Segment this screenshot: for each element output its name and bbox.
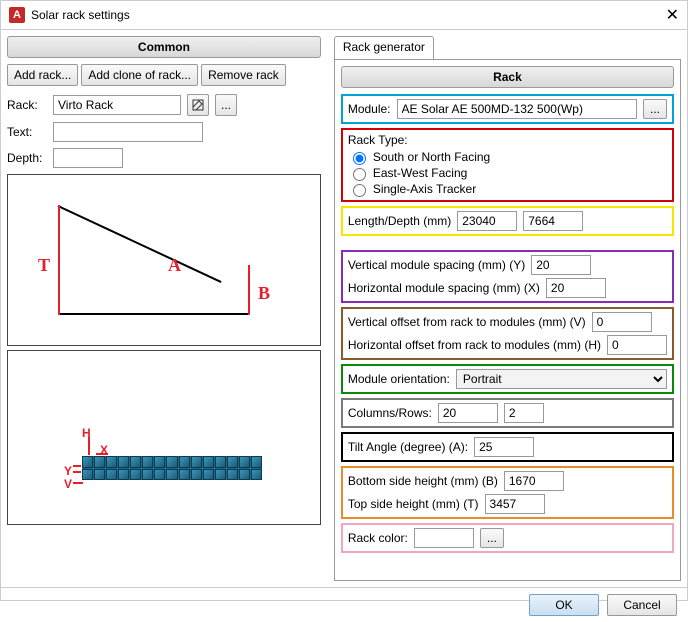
rt-tracker-radio[interactable]: Single-Axis Tracker	[348, 181, 667, 197]
rack-browse-button[interactable]: ...	[215, 94, 237, 116]
top-height-input[interactable]	[485, 494, 545, 514]
rack-name-label: Rack:	[7, 98, 47, 112]
voff-label: Vertical offset from rack to modules (mm…	[348, 315, 586, 329]
hoff-input[interactable]	[607, 335, 667, 355]
top-height-label: Top side height (mm) (T)	[348, 497, 479, 511]
heights-group: Bottom side height (mm) (B) Top side hei…	[341, 466, 674, 519]
rack-type-label: Rack Type:	[348, 133, 667, 147]
tilt-label: Tilt Angle (degree) (A):	[348, 440, 468, 454]
diagram-A-label: A	[168, 255, 181, 276]
app-icon: A	[9, 7, 25, 23]
front-diagram: H X Y V	[7, 350, 321, 525]
tilt-input[interactable]	[474, 437, 534, 457]
colrow-label: Columns/Rows:	[348, 406, 432, 420]
tab-rack-generator[interactable]: Rack generator	[334, 36, 434, 59]
rack-name-input[interactable]	[53, 95, 181, 115]
length-depth-group: Length/Depth (mm)	[341, 206, 674, 236]
bottom-height-label: Bottom side height (mm) (B)	[348, 474, 498, 488]
spacing-group: Vertical module spacing (mm) (Y) Horizon…	[341, 250, 674, 303]
diagram-V-label: V	[64, 477, 72, 491]
color-group: Rack color: ...	[341, 523, 674, 553]
offset-group: Vertical offset from rack to modules (mm…	[341, 307, 674, 360]
rack-color-label: Rack color:	[348, 531, 408, 545]
common-header: Common	[7, 36, 321, 58]
vspacing-input[interactable]	[531, 255, 591, 275]
content-split: Common Add rack... Add clone of rack... …	[1, 30, 687, 587]
diagram-Y-label: Y	[64, 464, 72, 478]
module-label: Module:	[348, 102, 391, 116]
dialog-window: A Solar rack settings ✕ Common Add rack.…	[0, 0, 688, 601]
depth-input-right[interactable]	[523, 211, 583, 231]
rack-color-browse-button[interactable]: ...	[480, 528, 504, 548]
rt-tracker-label: Single-Axis Tracker	[373, 182, 476, 196]
orient-label: Module orientation:	[348, 372, 450, 386]
hoff-label: Horizontal offset from rack to modules (…	[348, 338, 601, 352]
depth-label: Depth:	[7, 151, 47, 165]
window-title: Solar rack settings	[31, 8, 130, 22]
rt-south-radio[interactable]: South or North Facing	[348, 149, 667, 165]
diagram-B-label: B	[258, 283, 270, 304]
rows-input[interactable]	[504, 403, 544, 423]
cols-rows-group: Columns/Rows:	[341, 398, 674, 428]
depth-input[interactable]	[53, 148, 123, 168]
rack-color-swatch[interactable]	[414, 528, 474, 548]
rack-type-group: Rack Type: South or North Facing East-We…	[341, 128, 674, 202]
orientation-select[interactable]: Portrait	[456, 369, 667, 389]
right-panel: Rack generator Rack Module: ... Rack Typ…	[328, 30, 687, 587]
diagram-T-label: T	[38, 255, 50, 276]
ok-button[interactable]: OK	[529, 594, 599, 616]
edit-icon[interactable]	[187, 94, 209, 116]
voff-input[interactable]	[592, 312, 652, 332]
titlebar: A Solar rack settings ✕	[1, 1, 687, 30]
rt-south-label: South or North Facing	[373, 150, 490, 164]
tilt-group: Tilt Angle (degree) (A):	[341, 432, 674, 462]
module-group: Module: ...	[341, 94, 674, 124]
module-browse-button[interactable]: ...	[643, 99, 667, 119]
add-rack-button[interactable]: Add rack...	[7, 64, 78, 86]
length-depth-label: Length/Depth (mm)	[348, 214, 451, 228]
module-input[interactable]	[397, 99, 637, 119]
hspacing-label: Horizontal module spacing (mm) (X)	[348, 281, 540, 295]
cancel-button[interactable]: Cancel	[607, 594, 677, 616]
left-panel: Common Add rack... Add clone of rack... …	[1, 30, 328, 587]
rack-generator-panel: Rack Module: ... Rack Type: South or Nor…	[334, 60, 681, 581]
bottom-height-input[interactable]	[504, 471, 564, 491]
vspacing-label: Vertical module spacing (mm) (Y)	[348, 258, 525, 272]
dialog-footer: OK Cancel	[1, 587, 687, 622]
columns-input[interactable]	[438, 403, 498, 423]
add-clone-button[interactable]: Add clone of rack...	[81, 64, 198, 86]
orientation-group: Module orientation: Portrait	[341, 364, 674, 394]
text-input[interactable]	[53, 122, 203, 142]
hspacing-input[interactable]	[546, 278, 606, 298]
rt-ew-label: East-West Facing	[373, 166, 467, 180]
remove-rack-button[interactable]: Remove rack	[201, 64, 286, 86]
length-input[interactable]	[457, 211, 517, 231]
diagram-rack-grid	[82, 456, 262, 480]
text-label: Text:	[7, 125, 47, 139]
rt-ew-radio[interactable]: East-West Facing	[348, 165, 667, 181]
close-icon[interactable]: ✕	[666, 5, 679, 25]
rack-header: Rack	[341, 66, 674, 88]
side-diagram: T A B	[7, 174, 321, 346]
